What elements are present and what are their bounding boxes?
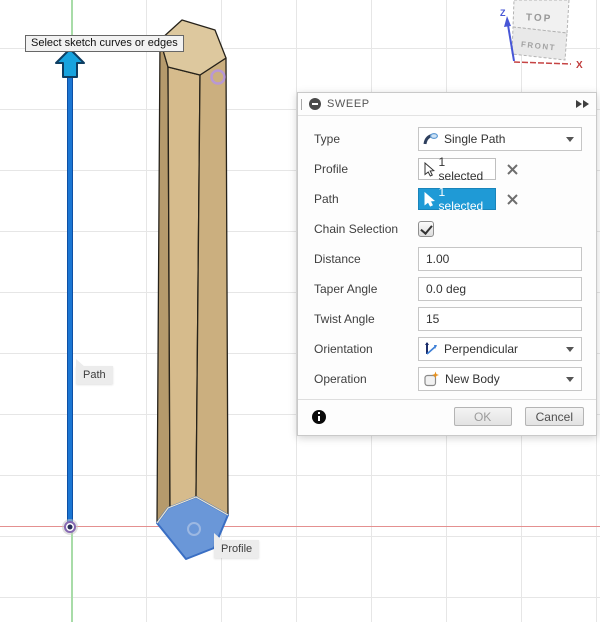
- dialog-title: SWEEP: [327, 98, 370, 110]
- chevron-down-icon: [566, 346, 574, 356]
- taper-angle-input[interactable]: [418, 277, 582, 301]
- distance-label: Distance: [314, 252, 361, 266]
- distance-row: Distance: [314, 247, 582, 271]
- x-axis-indicator: [513, 61, 572, 65]
- cancel-button[interactable]: Cancel: [524, 407, 584, 426]
- operation-label: Operation: [314, 372, 367, 386]
- chain-selection-checkbox[interactable]: [418, 221, 434, 237]
- orientation-row: Orientation Perpendicular: [314, 337, 582, 361]
- chain-selection-row: Chain Selection: [314, 217, 582, 241]
- x-axis-label: X: [576, 60, 583, 71]
- view-cube-top-label[interactable]: TOP: [526, 12, 553, 24]
- orientation-perpendicular-icon: [425, 342, 437, 355]
- taper-angle-row: Taper Angle: [314, 277, 582, 301]
- profile-clear-icon[interactable]: [507, 163, 518, 175]
- profile-selected-count: 1 selected: [438, 155, 484, 183]
- sweep-single-path-icon: [423, 132, 439, 145]
- dialog-footer: OK Cancel: [298, 399, 596, 435]
- chain-selection-label: Chain Selection: [314, 222, 399, 236]
- orientation-dropdown[interactable]: Perpendicular: [418, 337, 582, 361]
- path-select-button[interactable]: 1 selected: [418, 185, 496, 213]
- collapse-icon[interactable]: [309, 98, 321, 110]
- new-body-icon: [424, 371, 439, 387]
- dialog-grip[interactable]: [301, 98, 302, 110]
- sweep-dialog: SWEEP Type Single Path Profile 1 selecte…: [297, 92, 597, 436]
- chevron-down-icon: [566, 136, 574, 146]
- fast-forward-icon[interactable]: [575, 100, 589, 108]
- sweep-dialog-header[interactable]: SWEEP: [298, 93, 596, 116]
- sweep-path-line[interactable]: [67, 74, 73, 528]
- operation-dropdown[interactable]: New Body: [418, 367, 582, 391]
- cursor-select-icon: [424, 161, 435, 177]
- z-axis-label: Z: [500, 8, 506, 18]
- view-cube[interactable]: TOP FRONT Z X: [497, 0, 600, 80]
- operation-row: Operation New Body: [314, 367, 582, 391]
- type-value: Single Path: [444, 132, 506, 146]
- fusion-viewport: Select sketch curves or edges Path Profi…: [0, 0, 600, 622]
- path-clear-icon[interactable]: [507, 193, 518, 205]
- distance-input[interactable]: [418, 247, 582, 271]
- type-dropdown[interactable]: Single Path: [418, 127, 582, 151]
- orientation-value: Perpendicular: [444, 342, 519, 356]
- twist-angle-input[interactable]: [418, 307, 582, 331]
- profile-tag: Profile: [214, 533, 260, 558]
- path-row: Path 1 selected: [314, 185, 582, 213]
- type-row: Type Single Path: [314, 127, 582, 151]
- status-tooltip: Select sketch curves or edges: [25, 35, 184, 52]
- profile-label: Profile: [314, 162, 349, 176]
- path-tag: Path: [76, 359, 113, 384]
- cursor-select-icon: [424, 191, 435, 207]
- orientation-label: Orientation: [314, 342, 373, 356]
- twist-angle-label: Twist Angle: [314, 312, 375, 326]
- ok-button[interactable]: OK: [453, 407, 512, 426]
- profile-row: Profile 1 selected: [314, 155, 582, 183]
- info-icon[interactable]: [312, 409, 326, 424]
- twist-angle-row: Twist Angle: [314, 307, 582, 331]
- taper-angle-label: Taper Angle: [314, 282, 378, 296]
- operation-value: New Body: [445, 372, 500, 386]
- path-label: Path: [314, 192, 339, 206]
- profile-select-button[interactable]: 1 selected: [418, 155, 496, 183]
- path-origin-point[interactable]: [58, 515, 82, 539]
- path-selected-count: 1 selected: [438, 185, 484, 213]
- x-axis-line: [0, 526, 600, 527]
- chevron-down-icon: [566, 376, 574, 386]
- type-label: Type: [314, 132, 341, 146]
